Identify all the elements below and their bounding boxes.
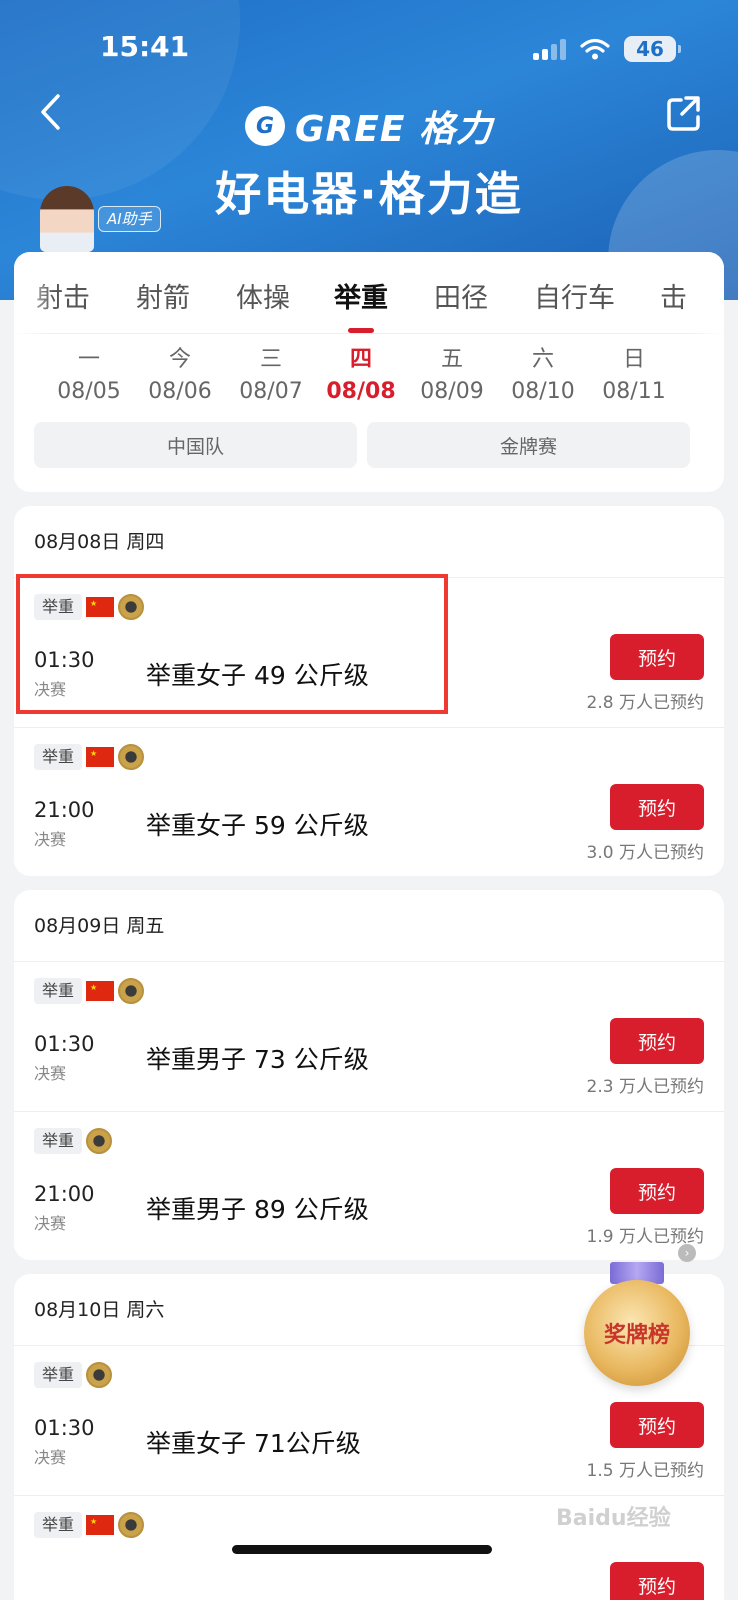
day-date: 08/09 (420, 379, 484, 404)
battery-icon: 46 (624, 36, 681, 62)
event-title: 举重女子 59 公斤级 (146, 811, 369, 840)
medal-icon (118, 744, 145, 770)
group-date-header: 08月09日 周五 (14, 890, 724, 962)
event-title: 举重男子 73 公斤级 (146, 1045, 369, 1074)
medal-icon (118, 1512, 145, 1538)
active-tab-indicator (348, 328, 374, 333)
day-date: 08/07 (239, 379, 303, 404)
reserve-button[interactable]: 预约 (610, 1018, 704, 1064)
reserve-button[interactable]: 预约 (610, 634, 704, 680)
tabs-fade-right (684, 252, 724, 334)
status-icons: 46 (533, 36, 681, 62)
brand-logo: G GREE 格力 (0, 100, 738, 152)
event-tags: 举重 (34, 1362, 113, 1388)
day-item[interactable]: 五 08/09 (407, 344, 497, 408)
sport-badge: 举重 (34, 1512, 83, 1538)
day-weekday: 五 (440, 347, 463, 372)
reserve-button[interactable]: 预约 (610, 1562, 704, 1600)
tab-athletics[interactable]: 田径 (434, 276, 488, 315)
tab-weightlifting[interactable]: 举重 (334, 276, 388, 315)
event-stage: 决赛 (34, 830, 67, 849)
event-row[interactable]: 举重 ★ 21:00 决赛 举重女子 59 公斤级 预约 3.0 万人已预约 (14, 728, 724, 876)
ai-assistant-avatar[interactable] (40, 186, 94, 252)
chevron-right-icon[interactable]: › (678, 1244, 696, 1262)
logo-mark: G (245, 106, 285, 146)
event-tags: 举重 ★ (34, 978, 145, 1004)
sport-badge: 举重 (34, 978, 83, 1004)
day-weekday: 六 (531, 347, 554, 372)
sport-badge: 举重 (34, 744, 83, 770)
event-row[interactable]: 举重 21:00 决赛 举重男子 89 公斤级 预约 1.9 万人已预约 (14, 1112, 724, 1260)
status-time: 15:41 (100, 30, 190, 63)
medal-icon (118, 978, 145, 1004)
event-stage: 决赛 (34, 1064, 67, 1083)
day-weekday: 一 (77, 347, 100, 372)
day-weekday: 日 (622, 347, 645, 372)
day-date: 08/06 (148, 379, 212, 404)
wifi-icon (580, 38, 610, 60)
day-item-selected[interactable]: 四 08/08 (316, 344, 406, 408)
schedule-group: 08月09日 周五 举重 ★ 01:30 决赛 举重男子 73 公斤级 预约 2… (14, 890, 724, 1260)
reserve-count: 2.3 万人已预约 (586, 1077, 704, 1097)
day-item[interactable]: 六 08/10 (498, 344, 588, 408)
tab-fencing[interactable]: 击 (660, 276, 687, 315)
event-tags: 举重 ★ (34, 744, 145, 770)
event-title: 举重女子 71公斤级 (146, 1429, 361, 1458)
tab-cycling[interactable]: 自行车 (534, 276, 615, 315)
medal-table-button[interactable]: 奖牌榜 (582, 1262, 692, 1392)
sport-badge: 举重 (34, 1362, 83, 1388)
event-tags: 举重 (34, 1128, 113, 1154)
day-weekday: 三 (259, 347, 282, 372)
watermark: Baidu经验 (556, 1506, 671, 1531)
event-title: 举重男子 89 公斤级 (146, 1195, 369, 1224)
day-weekday: 四 (349, 347, 372, 372)
medal-icon (86, 1128, 113, 1154)
event-time: 21:00 (34, 1182, 95, 1206)
day-date: 08/08 (326, 379, 396, 404)
group-date-header: 08月08日 周四 (14, 506, 724, 578)
event-time: 01:30 (34, 1416, 95, 1440)
event-stage: 决赛 (34, 1214, 67, 1233)
reserve-count: 3.0 万人已预约 (586, 843, 704, 863)
medal-badge: 奖牌榜 (584, 1280, 690, 1386)
highlight-box (16, 574, 448, 714)
filter-bar: 中国队 金牌赛 (34, 422, 690, 468)
home-indicator[interactable] (232, 1545, 492, 1554)
tab-archery[interactable]: 射箭 (136, 276, 190, 315)
day-date: 08/10 (511, 379, 575, 404)
filter-gold-medal[interactable]: 金牌赛 (367, 422, 690, 468)
sport-tabs: 射击 射箭 体操 举重 田径 自行车 击 (14, 252, 724, 334)
reserve-count: 1.5 万人已预约 (586, 1461, 704, 1481)
china-flag-icon: ★ (86, 1515, 115, 1535)
tab-gymnastics[interactable]: 体操 (236, 276, 290, 315)
day-item[interactable]: 今 08/06 (135, 344, 225, 408)
event-stage: 决赛 (34, 1448, 67, 1467)
brand-name: GREE 格力 (295, 109, 493, 150)
date-selector: 一 08/05 今 08/06 三 08/07 四 08/08 五 08/09 六 08/1… (14, 334, 724, 420)
tabs-fade-left (14, 252, 54, 334)
reserve-count: 2.8 万人已预约 (586, 693, 704, 713)
reserve-button[interactable]: 预约 (610, 1168, 704, 1214)
event-time: 01:30 (34, 1032, 95, 1056)
reserve-button[interactable]: 预约 (610, 784, 704, 830)
day-item[interactable]: 日 08/11 (589, 344, 679, 408)
day-item[interactable]: 三 08/07 (226, 344, 316, 408)
day-item[interactable]: 一 08/05 (44, 344, 134, 408)
cellular-signal-icon (533, 38, 566, 60)
event-tags: 举重 ★ (34, 1512, 145, 1538)
day-date: 08/11 (602, 379, 666, 404)
reserve-button[interactable]: 预约 (610, 1402, 704, 1448)
day-date: 08/05 (57, 379, 121, 404)
china-flag-icon: ★ (86, 981, 115, 1001)
china-flag-icon: ★ (86, 747, 115, 767)
event-time: 21:00 (34, 798, 95, 822)
day-weekday: 今 (168, 347, 191, 372)
medal-icon (86, 1362, 113, 1388)
event-row[interactable]: 举重 ★ 01:30 决赛 举重男子 73 公斤级 预约 2.3 万人已预约 (14, 962, 724, 1112)
schedule-filter-card: 射击 射箭 体操 举重 田径 自行车 击 一 08/05 今 08/06 三 08/0… (14, 252, 724, 492)
filter-china-team[interactable]: 中国队 (34, 422, 357, 468)
ai-assistant-label[interactable]: AI助手 (98, 206, 161, 232)
sport-badge: 举重 (34, 1128, 83, 1154)
